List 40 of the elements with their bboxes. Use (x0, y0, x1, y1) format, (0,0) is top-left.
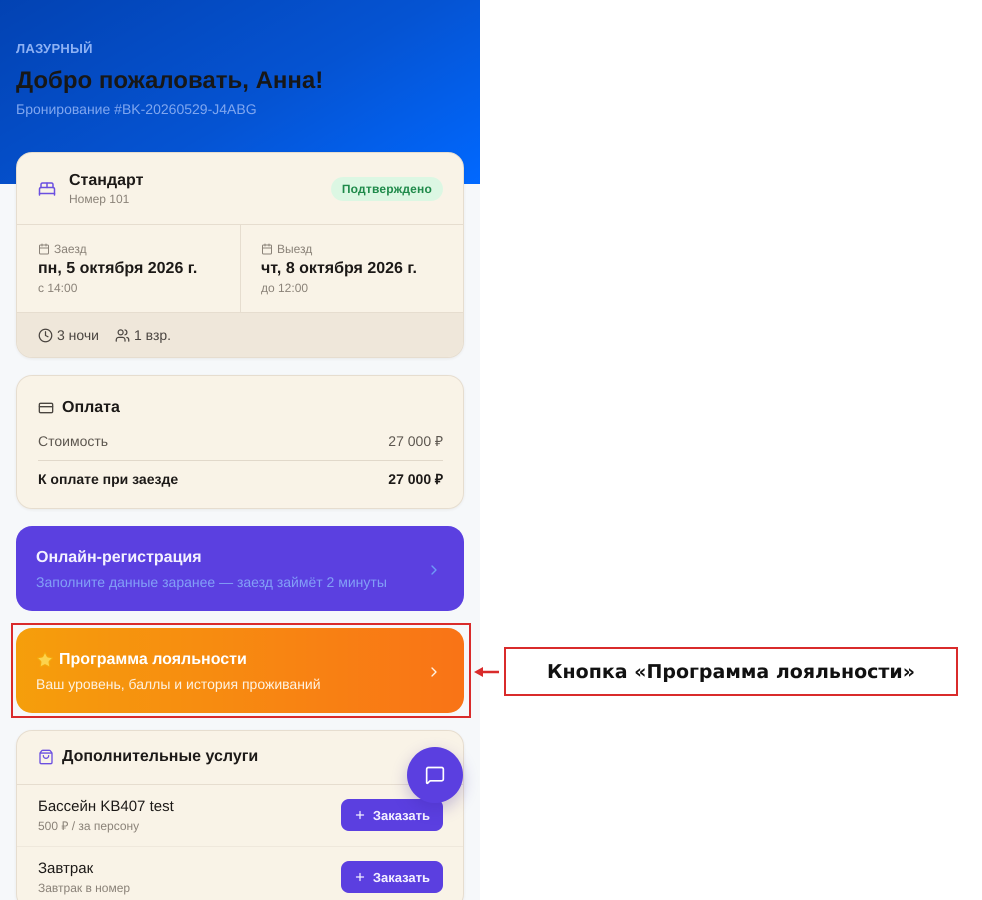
section-title: Дополнительные услуги (62, 747, 258, 767)
summary-text: 3 ночи (57, 326, 99, 345)
time-value: до 12:00 (261, 280, 308, 296)
plus-icon (354, 871, 366, 883)
summary-text: 1 взр. (134, 326, 172, 345)
date-label: Выезд (277, 241, 312, 257)
order-button[interactable]: Заказать (340, 861, 443, 893)
payment-amount: 27 000 ₽ (388, 470, 443, 489)
calendar-icon (38, 243, 50, 255)
checkin-banner-button[interactable]: Онлайн-регистрация Заполните данные заранее — заезд займёт 2 минуты (16, 526, 464, 611)
plus-icon (354, 809, 366, 821)
status-badge: Подтверждено (330, 177, 443, 201)
date-label: Заезд (54, 241, 87, 257)
bed-icon (38, 180, 56, 198)
credit-card-icon (38, 400, 54, 416)
service-name: Завтрак (38, 859, 94, 879)
people-icon (115, 328, 130, 342)
payment-label: Стоимость (38, 432, 108, 451)
pointer-arrow (474, 667, 499, 677)
callout-label: Кнопка «Программа лояльности» (504, 647, 958, 696)
booking-number: Бронирование #BK-20260529-J4ABG (16, 100, 257, 118)
payment-amount: 27 000 ₽ (388, 432, 443, 451)
service-detail: 500 ₽ / за персону (38, 819, 140, 833)
date-value: пн, 5 октября 2026 г. (38, 259, 198, 279)
room-number: Номер 101 (69, 191, 130, 207)
service-name: Бассейн KB407 test (38, 797, 174, 817)
service-detail: Завтрак в номер (38, 881, 130, 895)
date-value: чт, 8 октября 2026 г. (261, 259, 417, 279)
calendar-icon (261, 243, 273, 255)
hotel-name: ЛАЗУРНЫЙ (16, 40, 93, 58)
clock-icon (38, 328, 53, 342)
star-icon (36, 651, 54, 669)
order-button[interactable]: Заказать (340, 799, 443, 831)
room-type: Стандарт (69, 171, 144, 191)
time-value: с 14:00 (38, 280, 78, 296)
section-title: Оплата (62, 398, 120, 418)
welcome-heading: Добро пожаловать, Анна! (16, 66, 324, 96)
shopping-bag-icon (38, 749, 54, 765)
payment-label: К оплате при заезде (38, 470, 178, 489)
chat-icon (425, 765, 445, 785)
